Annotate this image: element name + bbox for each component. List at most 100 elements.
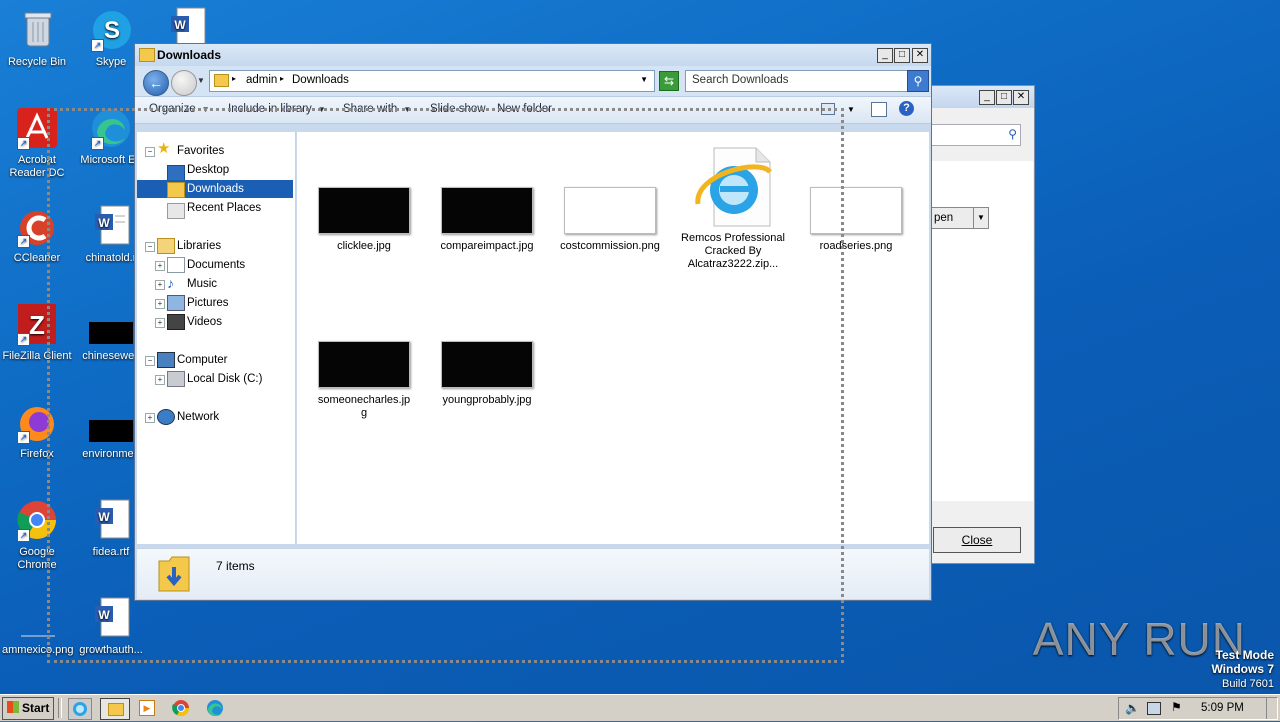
expand-toggle[interactable]: +	[155, 299, 165, 309]
nav-libraries[interactable]: Libraries	[177, 237, 221, 255]
nav-pictures[interactable]: Pictures	[187, 294, 229, 312]
close-button[interactable]: ✕	[912, 48, 928, 63]
address-row: ← ▼ ▸ admin ▸ Downloads ▼ ⇆ Search Downl…	[135, 66, 931, 96]
expand-toggle[interactable]: +	[155, 280, 165, 290]
collapse-toggle[interactable]: −	[145, 242, 155, 252]
open-dropdown-button[interactable]: ▼	[973, 207, 989, 229]
slide-show-button[interactable]: Slide show	[430, 103, 486, 115]
search-input[interactable]: Search Downloads	[685, 70, 909, 92]
nav-desktop[interactable]: Desktop	[187, 161, 229, 179]
nav-local-disk[interactable]: Local Disk (C:)	[187, 370, 262, 388]
address-bar[interactable]: ▸ admin ▸ Downloads ▼	[209, 70, 655, 92]
explorer-taskbar-icon[interactable]	[100, 698, 130, 720]
breadcrumb-downloads[interactable]: Downloads	[292, 74, 349, 86]
file-item[interactable]: compareimpact.jpg	[432, 187, 542, 253]
help-button[interactable]: ?	[899, 101, 914, 116]
media-player-taskbar-icon[interactable]: ▶	[136, 698, 158, 718]
collapse-toggle[interactable]: −	[145, 147, 155, 157]
desktop-icon-firefox[interactable]: ↗ Firefox	[2, 400, 72, 461]
file-item[interactable]: youngprobably.jpg	[432, 341, 542, 407]
speaker-icon[interactable]: 🔈	[1125, 701, 1140, 715]
nav-computer[interactable]: Computer	[177, 351, 228, 369]
dialog-close-button[interactable]: Close	[933, 527, 1021, 553]
expand-toggle[interactable]: +	[155, 375, 165, 385]
network-tray-icon[interactable]	[1147, 702, 1161, 715]
minimize-button[interactable]: _	[877, 48, 893, 63]
word-document-icon: W	[89, 596, 133, 640]
nav-network[interactable]: Network	[177, 408, 219, 426]
preview-pane-button[interactable]	[871, 102, 887, 117]
downloads-folder-icon	[167, 182, 185, 198]
include-in-library-menu[interactable]: Include in library ▼	[228, 103, 326, 115]
file-item[interactable]: costcommission.png	[555, 187, 665, 253]
expand-toggle[interactable]: +	[155, 261, 165, 271]
desktop-icon-growthauth[interactable]: W growthauth...	[76, 596, 146, 657]
expand-toggle[interactable]: +	[145, 413, 155, 423]
chrome-taskbar-icon[interactable]	[170, 698, 192, 718]
nav-downloads[interactable]: Downloads	[187, 180, 244, 198]
search-button[interactable]: ⚲	[907, 70, 929, 92]
music-icon: ♪	[167, 275, 174, 291]
collapse-toggle[interactable]: −	[145, 356, 155, 366]
image-thumbnail	[318, 187, 410, 234]
minimize-button[interactable]: _	[979, 90, 995, 105]
desktop-icon-filezilla[interactable]: Z ↗ FileZilla Client	[2, 302, 72, 363]
desktop-icon-label: ammexico.png	[2, 644, 74, 656]
explorer-window[interactable]: Downloads _ □ ✕ ← ▼ ▸ admin ▸ Downloads …	[134, 43, 932, 601]
share-with-menu[interactable]: Share with ▼	[343, 103, 411, 115]
command-bar: Organize ▼ Include in library ▼ Share with…	[135, 96, 931, 124]
address-history-dropdown[interactable]: ▼	[640, 75, 648, 84]
edge-taskbar-icon[interactable]	[204, 698, 226, 718]
file-item[interactable]: Remcos Professional Cracked By Alcatraz3…	[678, 144, 788, 271]
view-options-button[interactable]	[821, 103, 835, 115]
downloads-folder-large-icon	[157, 553, 191, 593]
breadcrumb-admin[interactable]: admin	[246, 74, 277, 86]
background-window-titlebar[interactable]: _ □ ✕	[931, 86, 1034, 108]
shortcut-arrow-icon: ↗	[17, 137, 30, 150]
svg-text:Z: Z	[29, 310, 45, 340]
nav-favorites[interactable]: Favorites	[177, 142, 224, 160]
file-name: Remcos Professional Cracked By Alcatraz3…	[681, 232, 785, 270]
desktop-icon-chrome[interactable]: ↗ Google Chrome	[2, 498, 72, 572]
nav-videos[interactable]: Videos	[187, 313, 222, 331]
libraries-icon	[157, 238, 175, 254]
svg-text:W: W	[98, 216, 110, 230]
internet-explorer-taskbar-icon[interactable]	[68, 698, 92, 720]
windows-logo-icon	[7, 701, 19, 713]
nav-recent-places[interactable]: Recent Places	[187, 199, 261, 217]
action-center-flag-icon[interactable]: ⚑	[1171, 700, 1182, 714]
file-list[interactable]: clicklee.jpg compareimpact.jpg costcommi…	[297, 132, 929, 544]
close-button[interactable]: ✕	[1013, 90, 1029, 105]
explorer-titlebar[interactable]: Downloads _ □ ✕	[135, 44, 931, 66]
shortcut-arrow-icon: ↗	[17, 431, 30, 444]
search-placeholder: Search Downloads	[692, 74, 789, 86]
expand-toggle[interactable]: +	[155, 318, 165, 328]
file-item[interactable]: someonecharles.jpg	[309, 341, 419, 420]
background-window[interactable]: _ □ ✕ ⚲ pen ▼ Close	[930, 85, 1035, 564]
open-button[interactable]: pen	[931, 207, 975, 229]
organize-menu[interactable]: Organize ▼	[149, 103, 210, 115]
clock[interactable]: 5:09 PM	[1201, 702, 1244, 714]
file-item[interactable]: clicklee.jpg	[309, 187, 419, 253]
show-desktop-button[interactable]	[1266, 697, 1277, 719]
refresh-button[interactable]: ⇆	[659, 71, 679, 91]
desktop-icon-ammexico[interactable]: ammexico.png	[2, 596, 74, 657]
recent-pages-dropdown[interactable]: ▼	[197, 76, 205, 85]
nav-documents[interactable]: Documents	[187, 256, 245, 274]
start-button[interactable]: Start	[2, 697, 54, 720]
desktop-icon-acrobat[interactable]: ↗ Acrobat Reader DC	[2, 106, 72, 180]
breadcrumb-separator-icon[interactable]: ▸	[280, 74, 284, 83]
desktop-icon-ccleaner[interactable]: ↗ CCleaner	[2, 204, 72, 265]
maximize-button[interactable]: □	[894, 48, 910, 63]
new-folder-button[interactable]: New folder	[497, 103, 552, 115]
desktop-icon-label: Google Chrome	[17, 546, 57, 571]
file-item[interactable]: roadseries.png	[801, 187, 911, 253]
back-button[interactable]: ←	[143, 70, 169, 96]
view-dropdown-icon[interactable]: ▼	[847, 105, 855, 114]
nav-music[interactable]: Music	[187, 275, 217, 293]
desktop-icon-recycle-bin[interactable]: Recycle Bin	[2, 8, 72, 69]
forward-button[interactable]	[171, 70, 197, 96]
maximize-button[interactable]: □	[996, 90, 1012, 105]
breadcrumb-separator-icon[interactable]: ▸	[232, 74, 236, 83]
background-search-field[interactable]: ⚲	[931, 124, 1021, 146]
